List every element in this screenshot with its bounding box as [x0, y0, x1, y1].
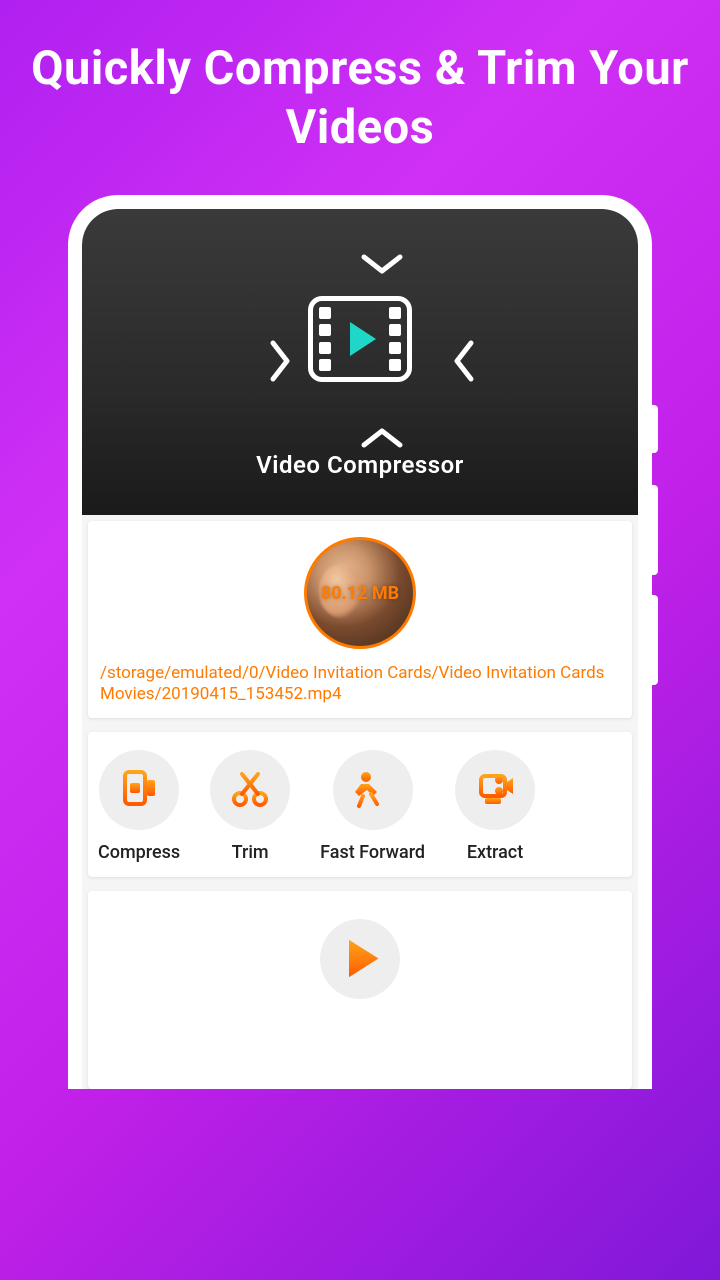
video-size-label: 80.12 MB [321, 583, 399, 604]
hero-title: Video Compressor [256, 451, 464, 479]
phone-side-button [652, 595, 658, 685]
hero-section: Video Compressor [82, 209, 638, 515]
video-path: /storage/emulated/0/Video Invitation Car… [100, 663, 620, 706]
action-row[interactable]: Compress [88, 732, 632, 877]
action-label: Trim [232, 842, 269, 863]
video-thumbnail: 80.12 MB [304, 537, 416, 649]
fast-forward-icon [349, 766, 397, 814]
play-card [88, 891, 632, 1089]
action-compress[interactable]: Compress [98, 750, 180, 863]
selected-video-card[interactable]: 80.12 MB /storage/emulated/0/Video Invit… [88, 521, 632, 718]
action-label: Extract [467, 842, 523, 863]
compress-icon [117, 766, 161, 814]
film-icon [308, 296, 412, 382]
play-icon [350, 322, 376, 356]
play-button[interactable] [320, 919, 400, 999]
promo-headline: Quickly Compress & Trim Your Videos [0, 0, 720, 186]
extract-icon [473, 766, 517, 814]
play-icon [342, 940, 379, 978]
action-label: Fast Forward [320, 842, 425, 863]
phone-side-button [652, 485, 658, 575]
compress-hero-icon [265, 249, 455, 429]
action-extract[interactable]: Extract [455, 750, 535, 863]
action-fast-forward[interactable]: Fast Forward [320, 750, 425, 863]
phone-side-button [652, 405, 658, 453]
phone-frame: Video Compressor 80.12 MB /storage/emula… [68, 195, 652, 1089]
action-trim[interactable]: Trim [210, 750, 290, 863]
action-label: Compress [98, 842, 180, 863]
phone-screen: Video Compressor 80.12 MB /storage/emula… [82, 209, 638, 1089]
scissors-icon [228, 766, 272, 814]
